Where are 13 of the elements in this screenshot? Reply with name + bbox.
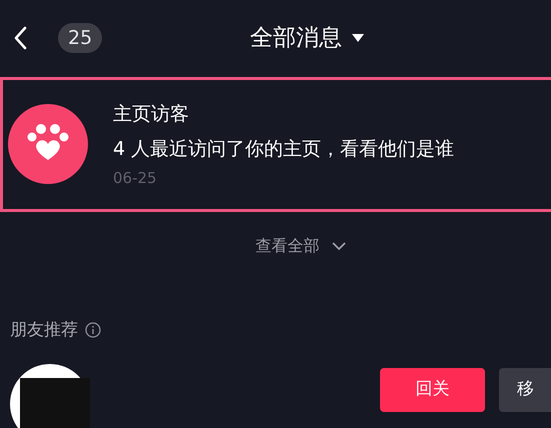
remove-button[interactable]: 移	[499, 368, 551, 412]
title-dropdown[interactable]: 全部消息	[250, 22, 364, 53]
unread-count-badge: 25	[58, 23, 102, 54]
chevron-down-icon	[332, 242, 346, 251]
notification-date: 06-25	[113, 169, 158, 188]
info-icon[interactable]	[85, 322, 101, 338]
follow-back-button[interactable]: 回关	[380, 368, 485, 412]
notification-message: 4 人最近访问了你的主页，看看他们是谁	[113, 137, 454, 162]
caret-icon	[352, 34, 364, 42]
view-all-link[interactable]: 查看全部	[50, 236, 551, 257]
section-title: 朋友推荐	[10, 319, 78, 341]
notification-title: 主页访客	[113, 102, 190, 128]
notification-card[interactable]: 主页访客 4 人最近访问了你的主页，看看他们是谁 06-25	[0, 76, 551, 212]
